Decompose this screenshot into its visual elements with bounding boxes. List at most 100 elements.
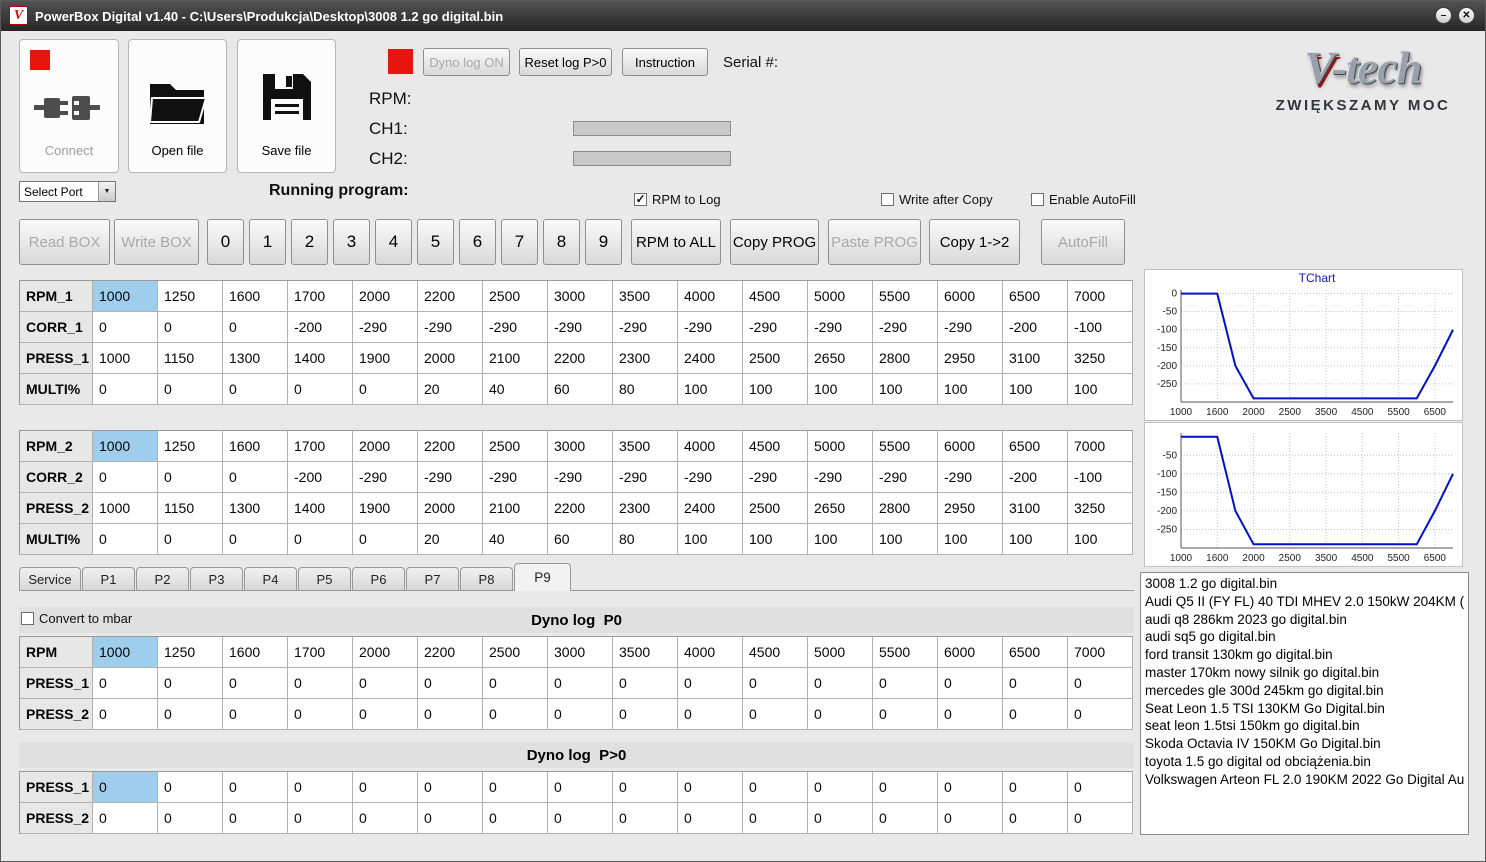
- digit-button-6[interactable]: 6: [459, 219, 496, 265]
- tab-service[interactable]: Service: [19, 567, 81, 591]
- table-cell[interactable]: 7000: [1068, 431, 1133, 462]
- file-list-item[interactable]: Audi Q5 II (FY FL) 40 TDI MHEV 2.0 150kW…: [1145, 593, 1464, 611]
- table-cell[interactable]: 0: [158, 668, 223, 699]
- table-cell[interactable]: 3100: [1003, 343, 1068, 374]
- table-cell[interactable]: 0: [1003, 803, 1068, 834]
- table-cell[interactable]: 1000: [93, 281, 158, 312]
- table-cell[interactable]: 100: [938, 374, 1003, 405]
- table-cell[interactable]: 0: [808, 803, 873, 834]
- table-cell[interactable]: 0: [1003, 668, 1068, 699]
- table-cell[interactable]: 0: [1003, 699, 1068, 730]
- table-cell[interactable]: 0: [873, 803, 938, 834]
- table-cell[interactable]: -290: [483, 462, 548, 493]
- table-cell[interactable]: 2400: [678, 493, 743, 524]
- dyno-log-on-button[interactable]: Dyno log ON: [423, 48, 510, 76]
- table-cell[interactable]: 2500: [483, 281, 548, 312]
- table-cell[interactable]: 1000: [93, 431, 158, 462]
- table-cell[interactable]: 3000: [548, 637, 613, 668]
- table-cell[interactable]: 0: [418, 803, 483, 834]
- table-cell[interactable]: 2300: [613, 343, 678, 374]
- table-cell[interactable]: 0: [158, 803, 223, 834]
- table-cell[interactable]: 100: [678, 374, 743, 405]
- table-cell[interactable]: 0: [938, 772, 1003, 803]
- table-cell[interactable]: 0: [353, 524, 418, 555]
- table-cell[interactable]: 0: [158, 524, 223, 555]
- table-cell[interactable]: 5500: [873, 281, 938, 312]
- reset-log-button[interactable]: Reset log P>0: [519, 48, 612, 76]
- table-cell[interactable]: 6000: [938, 281, 1003, 312]
- table-cell[interactable]: 0: [223, 772, 288, 803]
- table-cell[interactable]: 0: [808, 668, 873, 699]
- table-cell[interactable]: 0: [223, 803, 288, 834]
- table-cell[interactable]: 0: [288, 668, 353, 699]
- table-cell[interactable]: -290: [353, 312, 418, 343]
- table-cell[interactable]: -290: [808, 462, 873, 493]
- autofill-button[interactable]: AutoFill: [1041, 219, 1125, 265]
- file-list-item[interactable]: mercedes gle 300d 245km go digital.bin: [1145, 682, 1464, 700]
- copy-1-to-2-button[interactable]: Copy 1->2: [929, 219, 1020, 265]
- table-cell[interactable]: 2950: [938, 493, 1003, 524]
- table-cell[interactable]: 0: [353, 699, 418, 730]
- table-cell[interactable]: 4500: [743, 637, 808, 668]
- table-cell[interactable]: 0: [743, 668, 808, 699]
- table-cell[interactable]: 0: [678, 803, 743, 834]
- table-cell[interactable]: 0: [158, 772, 223, 803]
- close-button[interactable]: ✕: [1458, 7, 1475, 24]
- table-cell[interactable]: 1150: [158, 343, 223, 374]
- table-cell[interactable]: 2800: [873, 343, 938, 374]
- table-cell[interactable]: 4000: [678, 431, 743, 462]
- table-cell[interactable]: 2500: [483, 637, 548, 668]
- table-cell[interactable]: 1150: [158, 493, 223, 524]
- table-cell[interactable]: -100: [1068, 462, 1133, 493]
- digit-button-8[interactable]: 8: [543, 219, 580, 265]
- tab-p7[interactable]: P7: [406, 567, 459, 591]
- table-cell[interactable]: 0: [93, 772, 158, 803]
- table-cell[interactable]: 0: [93, 312, 158, 343]
- table-cell[interactable]: 2500: [483, 431, 548, 462]
- table-cell[interactable]: 6500: [1003, 637, 1068, 668]
- table-cell[interactable]: 0: [808, 699, 873, 730]
- table-cell[interactable]: 2200: [418, 431, 483, 462]
- table-cell[interactable]: 0: [613, 803, 678, 834]
- table-cell[interactable]: 100: [1003, 524, 1068, 555]
- table-cell[interactable]: 1900: [353, 493, 418, 524]
- table-cell[interactable]: 0: [743, 699, 808, 730]
- table-cell[interactable]: 3500: [613, 431, 678, 462]
- table-cell[interactable]: 0: [548, 772, 613, 803]
- table-cell[interactable]: -290: [873, 462, 938, 493]
- table-cell[interactable]: 1600: [223, 431, 288, 462]
- table-cell[interactable]: -290: [418, 312, 483, 343]
- table-cell[interactable]: 2000: [353, 281, 418, 312]
- table-cell[interactable]: -290: [613, 312, 678, 343]
- write-after-copy-checkbox[interactable]: Write after Copy: [881, 192, 993, 207]
- file-list-item[interactable]: master 170km nowy silnik go digital.bin: [1145, 664, 1464, 682]
- table-cell[interactable]: 0: [613, 668, 678, 699]
- table-cell[interactable]: -290: [743, 312, 808, 343]
- table-cell[interactable]: 60: [548, 524, 613, 555]
- convert-to-mbar-checkbox[interactable]: Convert to mbar: [21, 611, 132, 626]
- table-cell[interactable]: 100: [938, 524, 1003, 555]
- table-cell[interactable]: 2500: [743, 493, 808, 524]
- table-cell[interactable]: 2200: [418, 281, 483, 312]
- table-cell[interactable]: 5000: [808, 281, 873, 312]
- table-cell[interactable]: 7000: [1068, 637, 1133, 668]
- table-cell[interactable]: 0: [1003, 772, 1068, 803]
- table-cell[interactable]: 100: [743, 374, 808, 405]
- file-list-item[interactable]: audi sq5 go digital.bin: [1145, 628, 1464, 646]
- digit-button-0[interactable]: 0: [207, 219, 244, 265]
- file-list-item[interactable]: seat leon 1.5tsi 150km go digital.bin: [1145, 717, 1464, 735]
- file-list-item[interactable]: toyota 1.5 go digital od obciążenia.bin: [1145, 753, 1464, 771]
- table-cell[interactable]: 0: [1068, 772, 1133, 803]
- table-cell[interactable]: 0: [743, 772, 808, 803]
- read-box-button[interactable]: Read BOX: [19, 219, 110, 265]
- table-cell[interactable]: 0: [223, 524, 288, 555]
- table-cell[interactable]: -290: [418, 462, 483, 493]
- table-cell[interactable]: 3500: [613, 637, 678, 668]
- table-cell[interactable]: 100: [873, 374, 938, 405]
- tab-p4[interactable]: P4: [244, 567, 297, 591]
- table-cell[interactable]: 0: [483, 803, 548, 834]
- table-cell[interactable]: 2200: [548, 493, 613, 524]
- table-cell[interactable]: 0: [223, 312, 288, 343]
- table-cell[interactable]: 1300: [223, 343, 288, 374]
- table-cell[interactable]: 1900: [353, 343, 418, 374]
